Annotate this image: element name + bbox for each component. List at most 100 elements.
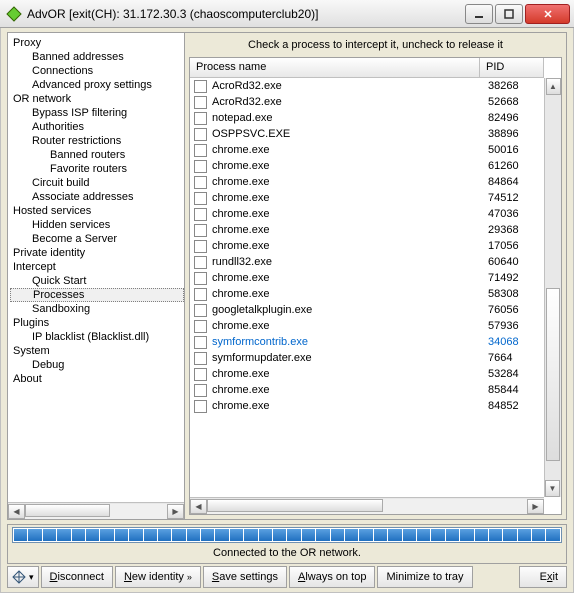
checkbox[interactable] xyxy=(194,80,207,93)
tree-item[interactable]: Debug xyxy=(10,358,184,372)
tree-item[interactable]: Hosted services xyxy=(10,204,184,218)
save-settings-button[interactable]: Save settings xyxy=(203,566,287,588)
expand-button[interactable]: ▾ xyxy=(7,566,39,588)
table-row[interactable]: notepad.exe82496 xyxy=(190,110,544,126)
checkbox[interactable] xyxy=(194,272,207,285)
process-list[interactable]: Process name PID AcroRd32.exe38268AcroRd… xyxy=(189,57,562,515)
tree-item[interactable]: Bypass ISP filtering xyxy=(10,106,184,120)
scroll-right-icon[interactable]: ▶ xyxy=(167,504,184,519)
checkbox[interactable] xyxy=(194,336,207,349)
disconnect-button[interactable]: Disconnect xyxy=(41,566,113,588)
column-header-pid[interactable]: PID xyxy=(480,58,544,77)
checkbox[interactable] xyxy=(194,176,207,189)
process-name: chrome.exe xyxy=(212,224,488,236)
tree-item[interactable]: Advanced proxy settings xyxy=(10,78,184,92)
new-identity-button[interactable]: New identity» xyxy=(115,566,201,588)
scroll-up-icon[interactable]: ▲ xyxy=(546,78,561,95)
tree-item[interactable]: Banned addresses xyxy=(10,50,184,64)
tree-item[interactable]: Plugins xyxy=(10,316,184,330)
exit-button[interactable]: Exit xyxy=(519,566,567,588)
checkbox[interactable] xyxy=(194,384,207,397)
table-row[interactable]: AcroRd32.exe38268 xyxy=(190,78,544,94)
scroll-down-icon[interactable]: ▼ xyxy=(545,480,560,497)
tree-item[interactable]: Router restrictions xyxy=(10,134,184,148)
table-row[interactable]: OSPPSVC.EXE38896 xyxy=(190,126,544,142)
table-row[interactable]: googletalkplugin.exe76056 xyxy=(190,302,544,318)
tree-item[interactable]: System xyxy=(10,344,184,358)
process-pid: 38896 xyxy=(488,128,544,140)
list-vscroll[interactable]: ▲ ▼ xyxy=(544,78,561,497)
checkbox[interactable] xyxy=(194,192,207,205)
process-pid: 76056 xyxy=(488,304,544,316)
always-on-top-button[interactable]: Always on top xyxy=(289,566,376,588)
checkbox[interactable] xyxy=(194,96,207,109)
scroll-right-icon[interactable]: ▶ xyxy=(527,499,544,514)
process-name: rundll32.exe xyxy=(212,256,488,268)
tree-item[interactable]: Authorities xyxy=(10,120,184,134)
process-pid: 74512 xyxy=(488,192,544,204)
table-row[interactable]: chrome.exe84852 xyxy=(190,398,544,414)
table-row[interactable]: chrome.exe50016 xyxy=(190,142,544,158)
checkbox[interactable] xyxy=(194,112,207,125)
table-row[interactable]: chrome.exe58308 xyxy=(190,286,544,302)
checkbox[interactable] xyxy=(194,128,207,141)
tree-item[interactable]: Private identity xyxy=(10,246,184,260)
tree-item[interactable]: OR network xyxy=(10,92,184,106)
tree-item[interactable]: Sandboxing xyxy=(10,302,184,316)
minimize-button[interactable] xyxy=(465,4,493,24)
scroll-left-icon[interactable]: ◀ xyxy=(8,504,25,519)
table-row[interactable]: AcroRd32.exe52668 xyxy=(190,94,544,110)
table-row[interactable]: chrome.exe17056 xyxy=(190,238,544,254)
checkbox[interactable] xyxy=(194,256,207,269)
checkbox[interactable] xyxy=(194,160,207,173)
table-row[interactable]: symformupdater.exe7664 xyxy=(190,350,544,366)
process-name: chrome.exe xyxy=(212,272,488,284)
titlebar[interactable]: AdvOR [exit(CH): 31.172.30.3 (chaoscompu… xyxy=(0,0,574,28)
checkbox[interactable] xyxy=(194,208,207,221)
checkbox[interactable] xyxy=(194,304,207,317)
tree-item[interactable]: IP blacklist (Blacklist.dll) xyxy=(10,330,184,344)
checkbox[interactable] xyxy=(194,352,207,365)
table-row[interactable]: chrome.exe47036 xyxy=(190,206,544,222)
tree-item[interactable]: About xyxy=(10,372,184,386)
table-row[interactable]: chrome.exe85844 xyxy=(190,382,544,398)
process-pid: 57936 xyxy=(488,320,544,332)
tree-item[interactable]: Become a Server xyxy=(10,232,184,246)
table-row[interactable]: chrome.exe84864 xyxy=(190,174,544,190)
checkbox[interactable] xyxy=(194,320,207,333)
tree-item[interactable]: Intercept xyxy=(10,260,184,274)
tree-item[interactable]: Banned routers xyxy=(10,148,184,162)
table-row[interactable]: chrome.exe74512 xyxy=(190,190,544,206)
table-row[interactable]: chrome.exe29368 xyxy=(190,222,544,238)
tree-item[interactable]: Proxy xyxy=(10,36,184,50)
checkbox[interactable] xyxy=(194,144,207,157)
nav-tree[interactable]: ProxyBanned addressesConnectionsAdvanced… xyxy=(8,33,185,519)
process-pid: 85844 xyxy=(488,384,544,396)
tree-item[interactable]: Hidden services xyxy=(10,218,184,232)
list-hscroll[interactable]: ◀ ▶ xyxy=(190,497,544,514)
table-row[interactable]: rundll32.exe60640 xyxy=(190,254,544,270)
process-pid: 53284 xyxy=(488,368,544,380)
maximize-button[interactable] xyxy=(495,4,523,24)
tree-item[interactable]: Favorite routers xyxy=(10,162,184,176)
tree-hscroll[interactable]: ◀ ▶ xyxy=(8,502,184,519)
table-row[interactable]: chrome.exe61260 xyxy=(190,158,544,174)
tree-item[interactable]: Connections xyxy=(10,64,184,78)
table-row[interactable]: chrome.exe57936 xyxy=(190,318,544,334)
close-button[interactable] xyxy=(525,4,570,24)
scroll-left-icon[interactable]: ◀ xyxy=(190,499,207,514)
minimize-to-tray-button[interactable]: Minimize to tray xyxy=(377,566,472,588)
tree-item[interactable]: Quick Start xyxy=(10,274,184,288)
checkbox[interactable] xyxy=(194,240,207,253)
column-header-name[interactable]: Process name xyxy=(190,58,480,77)
tree-item[interactable]: Associate addresses xyxy=(10,190,184,204)
tree-item[interactable]: Processes xyxy=(10,288,184,302)
table-row[interactable]: chrome.exe53284 xyxy=(190,366,544,382)
table-row[interactable]: symformcontrib.exe34068 xyxy=(190,334,544,350)
checkbox[interactable] xyxy=(194,224,207,237)
checkbox[interactable] xyxy=(194,368,207,381)
table-row[interactable]: chrome.exe71492 xyxy=(190,270,544,286)
checkbox[interactable] xyxy=(194,400,207,413)
checkbox[interactable] xyxy=(194,288,207,301)
tree-item[interactable]: Circuit build xyxy=(10,176,184,190)
